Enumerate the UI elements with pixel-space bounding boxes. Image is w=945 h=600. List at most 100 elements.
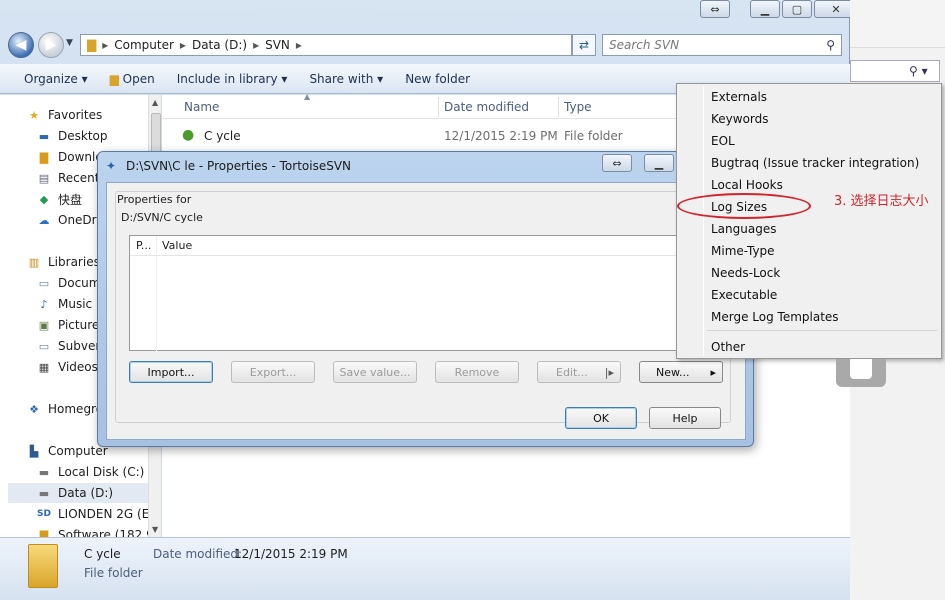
- dialog-body: Properties for D:/SVN/C cycle P... Value…: [106, 182, 746, 440]
- menu-item-local-hooks[interactable]: Local Hooks: [711, 178, 783, 192]
- remove-button[interactable]: Remove: [435, 361, 519, 383]
- menu-item-merge-log-templates[interactable]: Merge Log Templates: [711, 310, 839, 324]
- save-value-button[interactable]: Save value...: [333, 361, 417, 383]
- background-window-header: [850, 0, 945, 48]
- column-date-modified[interactable]: Date modified: [444, 100, 529, 114]
- dialog-snap-button[interactable]: ⇔: [602, 154, 632, 172]
- edit-button-label: Edit...: [556, 365, 588, 379]
- svn-folder-icon: ●: [182, 127, 195, 143]
- background-search-box: ⚲ ▾: [850, 60, 940, 82]
- new-button[interactable]: New... ▸: [639, 361, 723, 383]
- details-date-label: Date modified:: [153, 547, 243, 561]
- search-placeholder: Search SVN: [609, 38, 680, 52]
- menu-item-keywords[interactable]: Keywords: [711, 112, 769, 126]
- open-button[interactable]: ▆ Open: [110, 72, 155, 86]
- nav-software[interactable]: ▇ Software (182.92.: [36, 525, 161, 537]
- breadcrumb-separator-icon: ▸: [102, 38, 109, 52]
- minimize-button[interactable]: ▁: [750, 0, 780, 18]
- maximize-button[interactable]: ▢: [782, 0, 812, 18]
- edit-button[interactable]: Edit... |▸: [537, 361, 621, 383]
- breadcrumb-svn[interactable]: SVN: [265, 38, 290, 52]
- new-property-menu: Externals Keywords EOL Bugtraq (Issue tr…: [676, 83, 942, 359]
- search-icon: ⚲ ▾: [909, 64, 928, 78]
- back-button[interactable]: ◀: [8, 32, 34, 58]
- nav-local-disk-c[interactable]: ▬ Local Disk (C:): [36, 462, 161, 482]
- cloud-icon: ☁: [38, 213, 50, 227]
- computer-icon: ▙: [29, 444, 39, 458]
- forward-button[interactable]: ▶: [38, 32, 64, 58]
- star-icon: ★: [29, 108, 39, 122]
- snap-button[interactable]: ⇔: [700, 0, 730, 18]
- nav-lionden-e[interactable]: SD LIONDEN 2G (E:): [36, 504, 161, 524]
- nav-data-d[interactable]: ▬ Data (D:): [8, 483, 148, 503]
- help-button[interactable]: Help: [649, 407, 721, 429]
- breadcrumb-separator-icon: ▸: [253, 38, 260, 52]
- column-divider[interactable]: [438, 97, 439, 117]
- menu-item-executable[interactable]: Executable: [711, 288, 777, 302]
- details-type: File folder: [84, 566, 143, 580]
- music-icon: ♪: [40, 297, 48, 311]
- annotation-ellipse: [677, 193, 811, 219]
- nav-desktop[interactable]: ▬ Desktop: [36, 126, 161, 146]
- scroll-down-icon[interactable]: ▼: [152, 525, 158, 534]
- address-bar[interactable]: ▇ ▸ Computer ▸ Data (D:) ▸ SVN ▸: [80, 34, 572, 56]
- desktop-icon: ▬: [38, 129, 50, 143]
- column-divider[interactable]: [558, 97, 559, 117]
- search-input[interactable]: Search SVN ⚲: [602, 34, 842, 56]
- breadcrumb-separator-icon: ▸: [295, 38, 302, 52]
- drive-icon: ▬: [38, 486, 50, 500]
- details-date: 12/1/2015 2:19 PM: [234, 547, 348, 561]
- breadcrumb-separator-icon: ▸: [179, 38, 186, 52]
- address-row: ◀ ▶ ▼ ▇ ▸ Computer ▸ Data (D:) ▸ SVN ▸ ⇄…: [8, 32, 844, 58]
- new-button-label: New...: [656, 365, 690, 379]
- nav-favorites[interactable]: ★ Favorites: [26, 105, 161, 125]
- share-with-menu[interactable]: Share with ▾: [309, 72, 383, 86]
- menu-item-other[interactable]: Other: [711, 340, 745, 354]
- column-property[interactable]: P...: [136, 239, 151, 252]
- menu-item-eol[interactable]: EOL: [711, 134, 735, 148]
- properties-path: D:/SVN/C cycle: [121, 211, 203, 224]
- dialog-title: D:\SVN\C le - Properties - TortoiseSVN: [126, 159, 352, 173]
- sort-arrow-icon: ▲: [304, 92, 311, 101]
- menu-item-languages[interactable]: Languages: [711, 222, 776, 236]
- breadcrumb-data-d[interactable]: Data (D:): [192, 38, 247, 52]
- new-folder-button[interactable]: New folder: [405, 72, 470, 86]
- large-folder-icon: [28, 544, 58, 588]
- menu-separator: [707, 330, 937, 331]
- ok-button[interactable]: OK: [565, 407, 637, 429]
- tortoisesvn-icon: ✦: [106, 159, 117, 173]
- downloads-icon: ▇: [39, 150, 49, 164]
- organize-menu[interactable]: Organize ▾: [24, 72, 88, 86]
- background-widget-inner: [850, 359, 872, 379]
- column-name[interactable]: Name: [184, 100, 219, 114]
- menu-item-bugtraq[interactable]: Bugtraq (Issue tracker integration): [711, 156, 919, 170]
- menu-item-externals[interactable]: Externals: [711, 90, 767, 104]
- menu-item-mime-type[interactable]: Mime-Type: [711, 244, 775, 258]
- import-button[interactable]: Import...: [129, 361, 213, 383]
- details-pane: C ycle Date modified: 12/1/2015 2:19 PM …: [0, 537, 850, 600]
- menu-item-needs-lock[interactable]: Needs-Lock: [711, 266, 780, 280]
- explorer-window-controls: ⇔ ▁ ▢ ✕: [700, 0, 858, 18]
- breadcrumb-computer[interactable]: Computer: [114, 38, 174, 52]
- properties-list[interactable]: P... Value: [129, 235, 730, 352]
- documents-icon: ▭: [38, 276, 50, 290]
- library-icon: ▥: [28, 255, 40, 269]
- dialog-minimize-button[interactable]: ▁: [644, 154, 674, 172]
- new-dropdown-icon: ▸: [710, 365, 716, 379]
- column-value[interactable]: Value: [162, 239, 192, 252]
- pictures-icon: ▣: [38, 318, 50, 332]
- file-date: 12/1/2015 2:19 PM: [444, 129, 558, 143]
- background-widget: [836, 359, 886, 387]
- properties-for-label: Properties for: [117, 193, 192, 206]
- menu-gutter: [703, 86, 704, 356]
- include-library-menu[interactable]: Include in library ▾: [177, 72, 288, 86]
- refresh-button[interactable]: ⇄: [572, 34, 596, 56]
- recent-pages-chevron-icon[interactable]: ▼: [66, 38, 73, 48]
- export-button[interactable]: Export...: [231, 361, 315, 383]
- kuaipan-icon: ◆: [39, 192, 49, 206]
- file-name: C ycle: [204, 129, 241, 143]
- column-type[interactable]: Type: [564, 100, 592, 114]
- search-icon: ⚲: [826, 38, 835, 52]
- scroll-up-icon[interactable]: ▲: [152, 98, 158, 107]
- recent-places-icon: ▤: [38, 171, 50, 185]
